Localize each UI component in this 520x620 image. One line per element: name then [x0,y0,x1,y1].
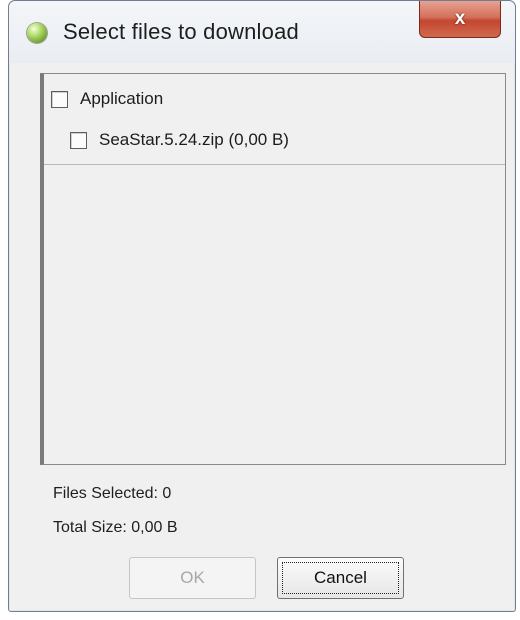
file-list: Application SeaStar.5.24.zip (0,00 B) [40,73,506,465]
file-row[interactable]: SeaStar.5.24.zip (0,00 B) [70,130,289,150]
group-checkbox[interactable] [51,90,68,108]
ok-button[interactable]: OK [129,557,256,599]
file-checkbox[interactable] [70,131,87,149]
cancel-button[interactable]: Cancel [277,557,404,599]
files-selected-text: Files Selected: 0 [53,485,172,502]
download-dialog: Select files to download x Application S… [8,0,516,612]
file-label: SeaStar.5.24.zip (0,00 B) [99,130,289,149]
file-group-application: Application SeaStar.5.24.zip (0,00 B) [44,74,505,165]
dialog-title: Select files to download [63,19,299,44]
group-row-application[interactable]: Application [51,89,163,109]
total-size-text: Total Size: 0,00 B [53,519,178,536]
close-icon: x [454,8,466,29]
title-bar: Select files to download x [9,1,515,63]
group-label: Application [80,89,164,108]
focus-ring [282,562,399,594]
close-button[interactable]: x [419,1,501,38]
app-globe-icon [27,23,47,43]
